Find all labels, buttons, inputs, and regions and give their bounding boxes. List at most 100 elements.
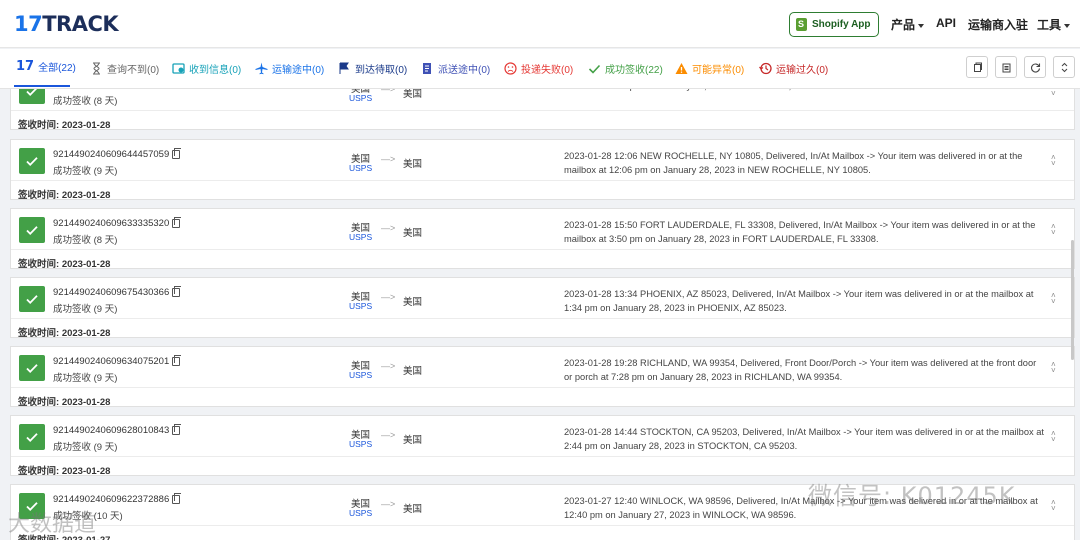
delivered-check-icon — [19, 89, 45, 104]
tracking-number[interactable]: 9214490240609675430366 — [53, 286, 182, 298]
latest-event: 2023-01-28 14:44 STOCKTON, CA 95203, Del… — [564, 427, 1044, 451]
signed-time: 签收时间: 2023-01-28 — [18, 256, 110, 270]
shipment-card[interactable]: 9214490240609628010843 成功签收 (9 天) 美国 USP… — [10, 415, 1075, 477]
copy-icon[interactable] — [172, 355, 182, 366]
expand-toggle-icon[interactable]: ˄˅ — [1051, 223, 1056, 237]
signed-time-value: 2023-01-28 — [61, 397, 111, 408]
filter-pickup[interactable]: 到达待取(0) — [338, 61, 407, 76]
delivery-status: 成功签收 (9 天) — [53, 166, 118, 177]
all-icon: 17 — [16, 59, 35, 74]
signed-time-label: 签收时间: — [18, 466, 60, 477]
destination-country: 美国 — [403, 366, 423, 377]
nav-api[interactable]: API — [936, 16, 956, 30]
tracking-number-text: 9214490240609633335320 — [53, 218, 170, 229]
shipment-card[interactable]: 9214490240609634075201 成功签收 (9 天) 美国 USP… — [10, 346, 1075, 408]
filter-not-found-label: 查询不到(0) — [107, 65, 160, 76]
expand-toggle-icon[interactable]: ˄˅ — [1051, 499, 1056, 513]
filter-in-transit[interactable]: 运输途中(0) — [255, 61, 324, 76]
refresh-button[interactable] — [1024, 56, 1046, 78]
carrier-link[interactable]: USPS — [349, 163, 372, 173]
tracking-number[interactable]: 9214490240609628010843 — [53, 424, 182, 436]
filter-delivered-label: 成功签收(22) — [605, 65, 663, 76]
filter-info-received[interactable]: 收到信息(0) — [172, 61, 241, 76]
nav-products[interactable]: 产品 — [891, 16, 925, 33]
shipment-card-header: 成功签收 (8 天) 美国 USPS —˃ 美国 mailbox at 2:26… — [11, 89, 1074, 111]
tracking-number-text: 9214490240609634075201 — [53, 356, 170, 367]
expand-toggle-icon[interactable]: ˄˅ — [1051, 292, 1056, 306]
top-header: 17TRACK Shopify App 产品 API 运输商入驻 工具 — [0, 0, 1080, 48]
nav-carrier-onboarding[interactable]: 运输商入驻 — [968, 16, 1028, 33]
shopify-app-label: Shopify App — [812, 19, 871, 30]
copy-icon[interactable] — [172, 148, 182, 159]
signed-time-label: 签收时间: — [18, 328, 60, 339]
chevron-down-icon — [918, 23, 925, 28]
carrier-link[interactable]: USPS — [349, 439, 372, 449]
route-arrow-icon: —˃ — [381, 499, 396, 509]
signed-time: 签收时间: 2023-01-28 — [18, 394, 110, 408]
shipment-card[interactable]: 成功签收 (8 天) 美国 USPS —˃ 美国 mailbox at 2:26… — [10, 89, 1075, 131]
filter-not-found[interactable]: 查询不到(0) — [90, 61, 159, 76]
tracking-number[interactable]: 9214490240609633335320 — [53, 217, 182, 229]
filter-exception[interactable]: 可能异常(0) — [675, 61, 744, 76]
route-arrow-icon: —˃ — [381, 292, 396, 302]
delivered-check-icon — [19, 148, 45, 174]
shipment-card-header: 9214490240609634075201 成功签收 (9 天) 美国 USP… — [11, 347, 1074, 388]
expand-toggle-icon[interactable]: ˄˅ — [1051, 154, 1056, 168]
route-arrow-icon: —˃ — [381, 223, 396, 233]
check-icon — [588, 64, 601, 74]
tracking-number[interactable]: 9214490240609644457059 — [53, 148, 182, 160]
expand-toggle-icon[interactable]: ˄˅ — [1051, 361, 1056, 375]
filter-expired-label: 运输过久(0) — [776, 65, 829, 76]
filter-expired[interactable]: 运输过久(0) — [759, 61, 828, 76]
chevron-down-icon — [1064, 23, 1071, 28]
delivery-status: 成功签收 (8 天) — [53, 235, 118, 246]
scrollbar[interactable] — [1071, 240, 1074, 360]
refresh-icon — [1030, 62, 1040, 72]
latest-event: 2023-01-28 12:06 NEW ROCHELLE, NY 10805,… — [564, 151, 1023, 175]
route-arrow-icon: —˃ — [381, 89, 396, 94]
active-tab-underline — [14, 85, 70, 87]
tracking-number-text: 9214490240609622372886 — [53, 494, 170, 505]
shipment-card[interactable]: 9214490240609644457059 成功签收 (9 天) 美国 USP… — [10, 139, 1075, 201]
signed-time-value: 2023-01-28 — [61, 466, 111, 477]
filter-exception-label: 可能异常(0) — [692, 65, 745, 76]
carrier-link[interactable]: USPS — [349, 508, 372, 518]
bigdata-watermark: 大数据道 — [8, 512, 97, 537]
filter-all[interactable]: 17 全部(22) — [16, 59, 76, 74]
shipment-card[interactable]: 9214490240609633335320 成功签收 (8 天) 美国 USP… — [10, 208, 1075, 270]
copy-icon[interactable] — [172, 217, 182, 228]
carrier-link[interactable]: USPS — [349, 93, 372, 103]
expand-toggle-icon[interactable]: ˄˅ — [1051, 89, 1056, 98]
tracking-number[interactable]: 9214490240609622372886 — [53, 493, 182, 505]
shipment-card[interactable]: 9214490240609675430366 成功签收 (9 天) 美国 USP… — [10, 277, 1075, 339]
shopify-app-button[interactable]: Shopify App — [789, 12, 879, 37]
delivered-check-icon — [19, 217, 45, 243]
filter-failed[interactable]: 投递失败(0) — [504, 61, 573, 76]
17track-logo[interactable]: 17TRACK — [14, 12, 119, 36]
sort-button[interactable] — [1053, 56, 1075, 78]
plane-icon — [255, 62, 268, 75]
filter-out-for-delivery[interactable]: 派送途中(0) — [421, 61, 490, 76]
nav-api-label: API — [936, 16, 957, 30]
signed-time-value: 2023-01-28 — [61, 190, 111, 201]
carrier-link[interactable]: USPS — [349, 301, 372, 311]
sort-icon — [1061, 62, 1067, 72]
copy-icon[interactable] — [172, 424, 182, 435]
carrier-link[interactable]: USPS — [349, 232, 372, 242]
copy-all-button[interactable] — [995, 56, 1017, 78]
logo-number: 17 — [14, 12, 43, 36]
expand-toggle-icon[interactable]: ˄˅ — [1051, 430, 1056, 444]
hourglass-icon — [93, 62, 100, 75]
copy-icon[interactable] — [172, 493, 182, 504]
carrier-link[interactable]: USPS — [349, 370, 372, 380]
delivered-check-icon — [19, 424, 45, 450]
nav-tools[interactable]: 工具 — [1037, 16, 1071, 33]
filter-all-label: 全部(22) — [38, 63, 76, 74]
tracking-number[interactable]: 9214490240609634075201 — [53, 355, 182, 367]
copy-icon[interactable] — [172, 286, 182, 297]
delivery-status: 成功签收 (9 天) — [53, 304, 118, 315]
info-received-icon — [172, 63, 185, 74]
filter-delivered[interactable]: 成功签收(22) — [588, 61, 663, 76]
signed-time-label: 签收时间: — [18, 190, 60, 201]
copy-button[interactable] — [966, 56, 988, 78]
